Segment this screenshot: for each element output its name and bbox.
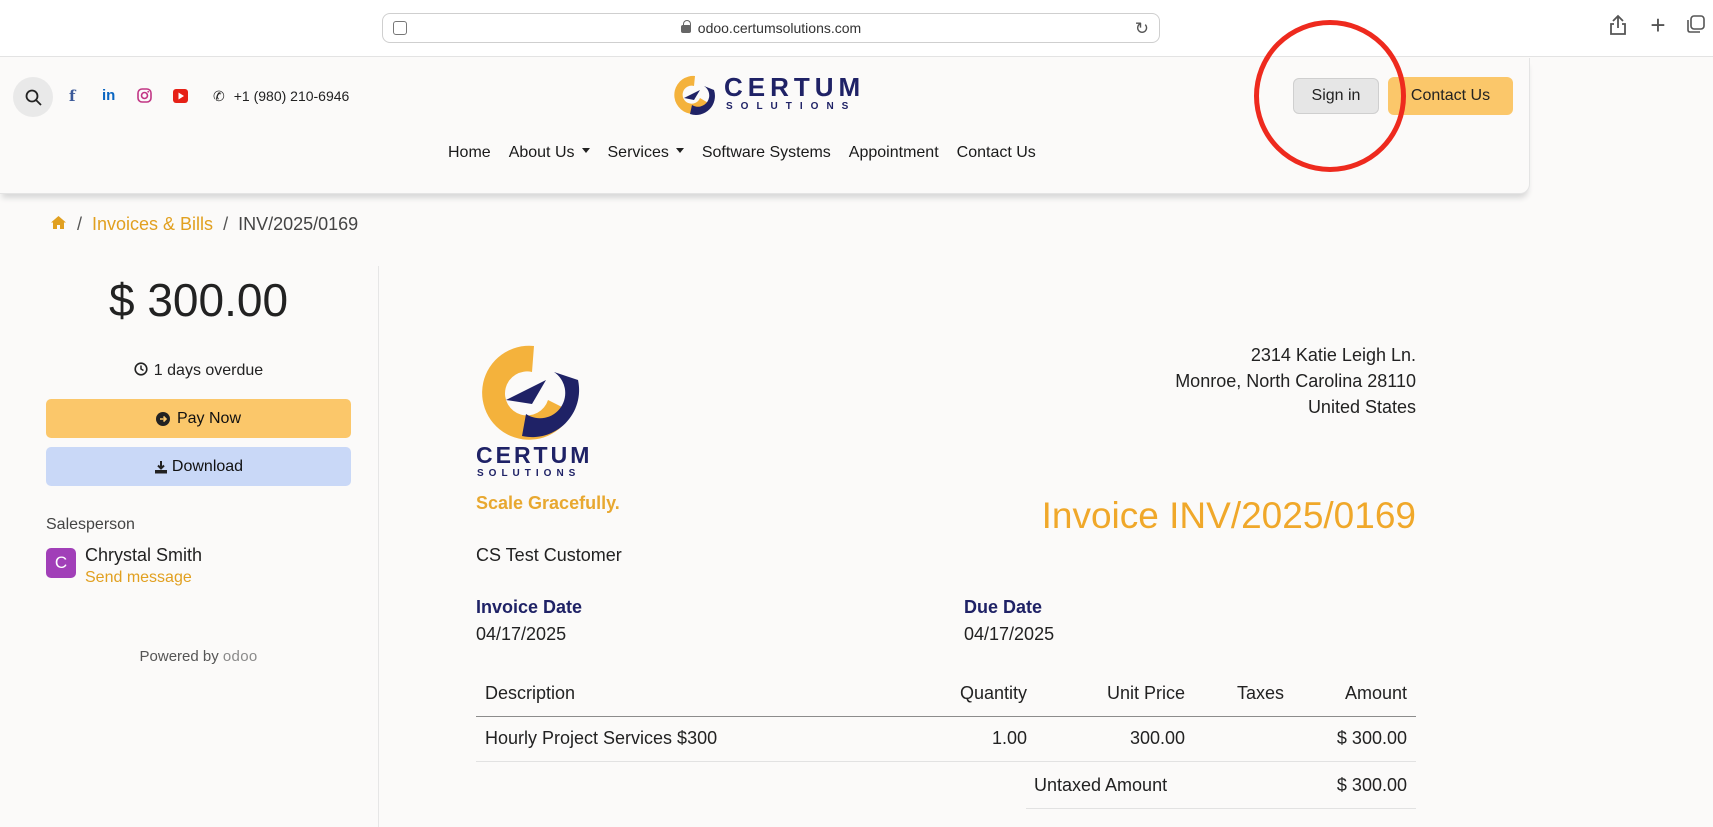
search-icon <box>25 89 42 106</box>
line-amount: $ 300.00 <box>1293 716 1416 762</box>
powered-by[interactable]: Powered by odoo <box>46 648 351 665</box>
salesperson-label: Salesperson <box>46 516 135 533</box>
instagram-icon[interactable] <box>137 88 152 107</box>
line-description: Hourly Project Services $300 <box>476 716 916 762</box>
reader-icon[interactable] <box>393 21 407 35</box>
phone-icon: ✆ <box>213 88 225 104</box>
logo-sub: SOLUTIONS <box>726 101 857 112</box>
breadcrumb-separator: / <box>223 214 229 234</box>
home-icon[interactable] <box>50 214 67 235</box>
amount-due: $ 300.00 <box>108 274 289 326</box>
logo-sub: SOLUTIONS <box>477 468 581 479</box>
share-icon[interactable] <box>1605 14 1631 42</box>
contact-us-button[interactable]: Contact Us <box>1388 77 1513 115</box>
download-icon <box>154 460 167 473</box>
logo-mark-icon <box>674 75 715 115</box>
breadcrumb-current: INV/2025/0169 <box>238 214 359 234</box>
address-bar[interactable]: odoo.certumsolutions.com ↻ <box>382 13 1160 43</box>
table-row: Hourly Project Services $300 1.00 300.00… <box>476 716 1416 762</box>
search-button[interactable] <box>13 77 53 117</box>
linkedin-icon[interactable]: in <box>102 87 115 104</box>
invoice-title: Invoice INV/2025/0169 <box>1041 495 1416 536</box>
logo-word: CERTUM <box>724 72 866 102</box>
clock-icon <box>134 362 148 376</box>
breadcrumb-separator: / <box>77 214 83 234</box>
column-header: Unit Price <box>1036 672 1194 717</box>
address-line: United States <box>1307 397 1416 417</box>
nav-about-us[interactable]: About Us <box>509 144 590 162</box>
untaxed-label: Untaxed Amount <box>1034 775 1168 795</box>
column-header: Taxes <box>1194 672 1293 717</box>
nav-contact-us[interactable]: Contact Us <box>957 144 1036 162</box>
odoo-logo: odoo <box>222 648 258 665</box>
due-date: 04/17/2025 <box>964 624 1055 644</box>
nav-appointment[interactable]: Appointment <box>849 144 939 162</box>
address-line: Monroe, North Carolina 28110 <box>1175 371 1416 391</box>
logo-word: CERTUM <box>476 442 593 468</box>
untaxed-row: Untaxed Amount $ 300.00 <box>1026 763 1416 809</box>
totals-block: Untaxed Amount $ 300.00 <box>1026 763 1416 809</box>
column-header: Quantity <box>916 672 1036 717</box>
caret-down-icon <box>581 148 590 154</box>
phone-number[interactable]: ✆ +1 (980) 210-6946 <box>213 88 349 105</box>
tagline: Scale Gracefully. <box>476 493 620 513</box>
facebook-icon[interactable]: f <box>69 87 75 105</box>
reload-icon[interactable]: ↻ <box>1135 19 1149 39</box>
main-nav: Home About Us Services Software Systems … <box>448 144 1054 162</box>
due-date-label: Due Date <box>964 597 1043 617</box>
customer-name: CS Test Customer <box>476 545 622 565</box>
pay-now-button[interactable]: Pay Now <box>46 399 351 438</box>
send-message-link[interactable]: Send message <box>85 569 192 587</box>
lock-icon <box>680 20 691 33</box>
line-unit-price: 300.00 <box>1036 716 1194 762</box>
breadcrumb: / Invoices & Bills / INV/2025/0169 <box>50 214 358 235</box>
annotation-circle <box>1254 20 1406 172</box>
tabs-overview-icon[interactable] <box>1683 14 1709 40</box>
line-taxes <box>1194 716 1293 762</box>
nav-software-systems[interactable]: Software Systems <box>702 144 831 162</box>
salesperson-name: Chrystal Smith <box>85 545 203 565</box>
sidebar-divider <box>378 266 379 827</box>
address-line: 2314 Katie Leigh Ln. <box>1250 345 1416 365</box>
caret-down-icon <box>675 148 684 154</box>
breadcrumb-invoices-link[interactable]: Invoices & Bills <box>92 214 213 235</box>
logo-mark-icon <box>482 345 580 440</box>
url-text: odoo.certumsolutions.com <box>697 20 862 36</box>
invoice-date: 04/17/2025 <box>476 624 567 644</box>
column-header: Description <box>476 672 916 717</box>
site-logo[interactable]: CERTUM SOLUTIONS <box>670 72 860 118</box>
youtube-icon[interactable] <box>173 89 188 107</box>
browser-toolbar: odoo.certumsolutions.com ↻ + <box>0 0 1713 57</box>
untaxed-value: $ 300.00 <box>1336 775 1407 795</box>
column-header: Amount <box>1293 672 1416 717</box>
arrow-circle-right-icon <box>155 411 170 426</box>
nav-services[interactable]: Services <box>608 144 684 162</box>
invoice-lines-table: Description Quantity Unit Price Taxes Am… <box>476 672 1416 762</box>
company-logo: CERTUM SOLUTIONS <box>476 340 589 482</box>
overdue-status: 1 days overdue <box>46 362 351 380</box>
download-button[interactable]: Download <box>46 447 351 486</box>
table-header-row: Description Quantity Unit Price Taxes Am… <box>476 672 1416 717</box>
avatar: C <box>46 548 76 578</box>
nav-home[interactable]: Home <box>448 144 491 162</box>
invoice-date-label: Invoice Date <box>476 597 583 617</box>
new-tab-icon[interactable]: + <box>1645 10 1671 41</box>
company-address: 2314 Katie Leigh Ln. Monroe, North Carol… <box>1175 342 1416 420</box>
line-quantity: 1.00 <box>916 716 1036 762</box>
